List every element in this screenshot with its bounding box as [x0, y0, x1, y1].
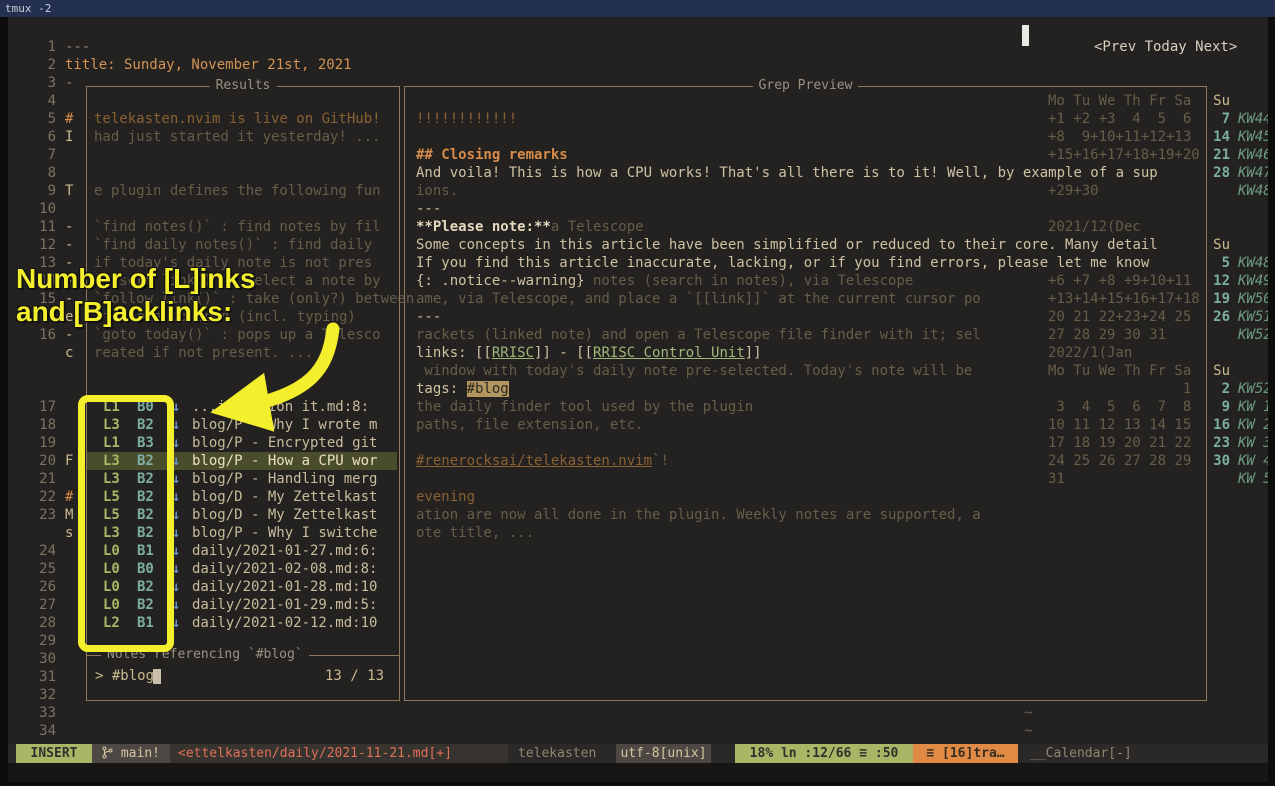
calendar-day: 14 — [1206, 128, 1230, 146]
calendar-day: 26 — [1206, 308, 1230, 326]
buffer-text: c — [65, 344, 73, 362]
calendar-week-number: KW51 — [1238, 308, 1268, 326]
line-number: 29 — [20, 632, 56, 650]
line-number: 4 — [20, 92, 56, 110]
calendar-day: Su — [1206, 92, 1230, 110]
window-separator-cursor — [1022, 25, 1029, 46]
calendar-week-number: KW49 — [1238, 272, 1268, 290]
line-number: 2 — [20, 56, 56, 74]
line-number: 30 — [20, 650, 56, 668]
calendar-day: 28 — [1206, 164, 1230, 182]
calendar-day: Su — [1206, 362, 1230, 380]
line-number: 34 — [20, 722, 56, 740]
line-number: 31 — [20, 668, 56, 686]
line-number — [20, 344, 56, 362]
line-number: 10 — [20, 200, 56, 218]
calendar-day: 5 — [1206, 254, 1230, 272]
calendar-nav[interactable]: <Prev Today Next> — [1094, 38, 1237, 56]
buffer-text: - — [65, 326, 73, 344]
git-branch-icon — [102, 746, 113, 759]
line-number: 16 — [20, 326, 56, 344]
trailing-warning: ≡ [16]tra… — [913, 744, 1018, 763]
line-number: 9 — [20, 182, 56, 200]
command-line-area: -- INSERT -- — [8, 763, 1268, 782]
calendar-week-number: KW50 — [1238, 290, 1268, 308]
buffer-text: title: Sunday, November 21st, 2021 — [65, 56, 352, 74]
prompt-panel[interactable]: Notes referencing `#blog` > #blog 13 / 1… — [86, 655, 400, 701]
cursor-position: 18% ln :12/66 ≡ :50 — [735, 744, 913, 763]
buffer-text: # — [65, 110, 73, 128]
grep-preview-panel: Grep Preview — [404, 86, 1207, 701]
empty-line-tilde: ~ — [1024, 722, 1032, 740]
mode-message: -- INSERT -- — [16, 781, 117, 782]
line-number: 8 — [20, 164, 56, 182]
buffer-text: --- — [65, 38, 90, 56]
result-counter: 13 / 13 — [325, 668, 384, 684]
line-number: 11 — [20, 218, 56, 236]
buffer-text: I — [65, 128, 73, 146]
tmux-titlebar: tmux -2 — [0, 0, 1275, 17]
line-number: 12 — [20, 236, 56, 254]
calendar-day: 2 — [1206, 380, 1230, 398]
statusline: INSERT main! <ettelkasten/daily/2021-11-2… — [8, 744, 1268, 763]
calendar-day: 30 — [1206, 452, 1230, 470]
calendar-week-number: KW 3 — [1238, 434, 1268, 452]
calendar-day: 19 — [1206, 290, 1230, 308]
calendar-week-number: KW47 — [1238, 164, 1268, 182]
preview-panel-title: Grep Preview — [753, 77, 859, 95]
file-encoding: utf-8[unix] — [616, 744, 711, 763]
calendar-week-number: KW 1 — [1238, 398, 1268, 416]
calendar-week-number: KW48 — [1238, 182, 1268, 200]
buffer-text: - — [65, 74, 73, 92]
tmux-title: tmux -2 — [5, 2, 51, 15]
line-number: 7 — [20, 146, 56, 164]
calendar-week-number: KW45 — [1238, 128, 1268, 146]
annotation-highlight-box — [78, 395, 174, 652]
calendar-day: 23 — [1206, 434, 1230, 452]
empty-line-tilde: ~ — [1024, 704, 1032, 722]
calendar-day: 9 — [1206, 398, 1230, 416]
calendar-day: 7 — [1206, 110, 1230, 128]
buffer-text: T — [65, 182, 73, 200]
calendar-week-number: KW46 — [1238, 146, 1268, 164]
project-name: telekasten — [508, 744, 616, 763]
search-input[interactable]: > #blog — [95, 668, 154, 684]
line-number: 33 — [20, 704, 56, 722]
calendar-buffer-label: __Calendar[-] — [1018, 744, 1268, 763]
calendar-week-number: KW 4 — [1238, 452, 1268, 470]
calendar-day: Su — [1206, 236, 1230, 254]
line-number: 1 — [20, 38, 56, 56]
line-number: 5 — [20, 110, 56, 128]
calendar-day: 16 — [1206, 416, 1230, 434]
buffer-text: - — [65, 218, 73, 236]
annotation-text-line1: Number of [L]inks — [16, 263, 256, 295]
calendar-week-number: KW44 — [1238, 110, 1268, 128]
calendar-week-number: KW 2 — [1238, 416, 1268, 434]
annotation-text-line2: and [B]acklinks: — [16, 296, 232, 328]
line-number — [20, 380, 56, 398]
calendar-day: 21 — [1206, 146, 1230, 164]
filename: <ettelkasten/daily/2021-11-21.md[+] — [170, 744, 508, 763]
git-branch-label: main! — [113, 746, 160, 761]
line-number: 6 — [20, 128, 56, 146]
git-branch: main! — [92, 744, 170, 763]
line-number — [20, 362, 56, 380]
terminal: Results Notes referencing `#blog` > #blo… — [8, 17, 1268, 782]
line-number: 32 — [20, 686, 56, 704]
buffer-text: - — [65, 236, 73, 254]
calendar-week-number: KW52 — [1238, 326, 1268, 344]
calendar-week-number: KW48 — [1238, 254, 1268, 272]
calendar-day: 12 — [1206, 272, 1230, 290]
results-panel-title: Results — [210, 77, 277, 95]
calendar-week-number: KW52 — [1238, 380, 1268, 398]
mode-indicator: INSERT — [16, 744, 92, 763]
line-number: 3 — [20, 74, 56, 92]
text-cursor — [153, 669, 161, 684]
calendar-week-number: KW 5 — [1238, 470, 1268, 488]
